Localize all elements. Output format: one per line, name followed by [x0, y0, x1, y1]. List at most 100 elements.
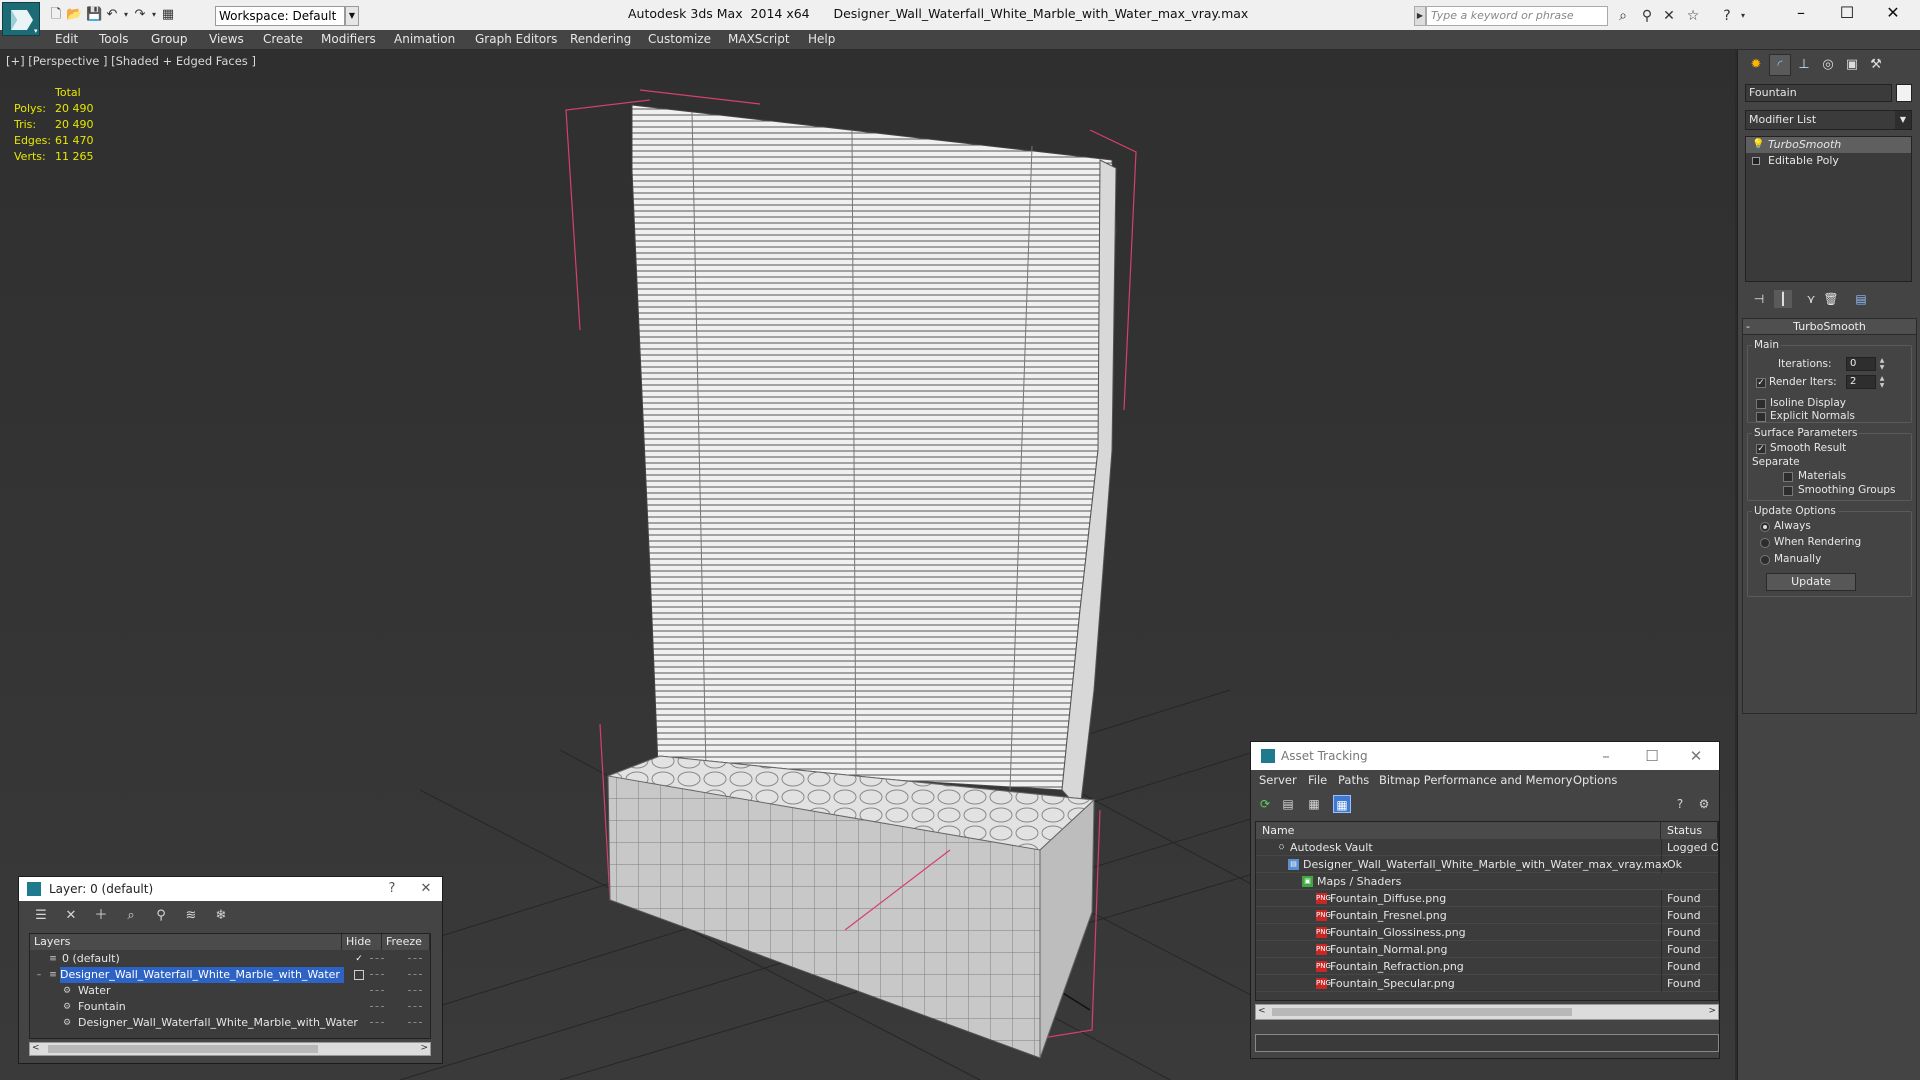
- small-icons-view-icon[interactable]: ▦: [1305, 795, 1323, 813]
- subscription-icon[interactable]: ⚲: [1638, 7, 1656, 25]
- render-iters-checkbox[interactable]: ✓: [1756, 378, 1766, 388]
- list-view-icon[interactable]: ▤: [1279, 795, 1297, 813]
- new-file-icon[interactable]: 🗋: [48, 7, 64, 23]
- isoline-display-checkbox[interactable]: [1756, 399, 1766, 409]
- make-unique-icon[interactable]: ⋎: [1802, 290, 1820, 308]
- menu-group[interactable]: Group: [151, 32, 188, 46]
- communication-center-icon[interactable]: ✕: [1660, 7, 1678, 25]
- column-layers[interactable]: Layers: [30, 934, 342, 950]
- scrollbar-thumb[interactable]: [48, 1045, 318, 1053]
- hierarchy-tab-icon[interactable]: ⊥: [1793, 54, 1815, 76]
- search-input[interactable]: Type a keyword or phrase: [1426, 6, 1608, 26]
- object-name-field[interactable]: Fountain: [1745, 84, 1892, 102]
- menu-maxscript[interactable]: MAXScript: [728, 32, 790, 46]
- asset-row[interactable]: PNG Fountain_Diffuse.png Found: [1256, 890, 1718, 907]
- modifier-list-dropdown[interactable]: Modifier List ▼: [1745, 110, 1912, 130]
- select-objects-in-layer-icon[interactable]: ⌕: [121, 907, 141, 925]
- scroll-right-icon[interactable]: >: [1708, 1006, 1716, 1016]
- lightbulb-icon[interactable]: 💡: [1752, 137, 1764, 150]
- freeze-toggle[interactable]: [408, 1006, 422, 1008]
- iterations-spinner[interactable]: 0: [1846, 357, 1876, 371]
- column-freeze[interactable]: Freeze: [382, 934, 430, 950]
- project-folder-icon[interactable]: ▦: [160, 7, 176, 23]
- menu-help[interactable]: Help: [808, 32, 835, 46]
- scrollbar-thumb[interactable]: [1272, 1008, 1572, 1016]
- freeze-toggle[interactable]: [408, 958, 422, 960]
- explicit-normals-checkbox[interactable]: [1756, 412, 1766, 422]
- asset-horizontal-scrollbar[interactable]: < >: [1255, 1004, 1719, 1020]
- layer-row[interactable]: ⚙ Designer_Wall_Waterfall_White_Marble_w…: [30, 1015, 430, 1031]
- spinner-arrows-icon[interactable]: ▲ ▼: [1878, 357, 1886, 371]
- asset-row[interactable]: ▤ Designer_Wall_Waterfall_White_Marble_w…: [1256, 856, 1718, 873]
- configure-modifier-sets-icon[interactable]: ▤: [1852, 290, 1870, 308]
- layer-row[interactable]: – ≡ Designer_Wall_Waterfall_White_Marble…: [30, 967, 430, 983]
- hide-toggle[interactable]: [370, 990, 384, 992]
- scroll-left-icon[interactable]: <: [32, 1043, 40, 1053]
- menu-animation[interactable]: Animation: [394, 32, 455, 46]
- delete-layer-icon[interactable]: ✕: [61, 907, 81, 925]
- help-dropdown-icon[interactable]: ▾: [1734, 7, 1752, 25]
- smoothing-groups-checkbox[interactable]: [1783, 486, 1793, 496]
- asset-row[interactable]: PNG Fountain_Specular.png Found: [1256, 975, 1718, 992]
- modify-tab-icon[interactable]: ◜: [1769, 54, 1791, 76]
- menu-graph-editors[interactable]: Graph Editors: [475, 32, 557, 46]
- settings-icon[interactable]: ⚙: [1695, 795, 1713, 813]
- help-icon[interactable]: ?: [1671, 795, 1689, 813]
- maximize-button[interactable]: ☐: [1824, 0, 1870, 28]
- create-tab-icon[interactable]: ✹: [1745, 54, 1767, 76]
- column-hide[interactable]: Hide: [342, 934, 382, 950]
- asset-menu-bitmap-performance[interactable]: Bitmap Performance and Memory: [1379, 773, 1572, 787]
- column-status[interactable]: Status: [1661, 822, 1718, 839]
- update-always-radio[interactable]: [1760, 522, 1770, 532]
- asset-row[interactable]: ⛭ Autodesk Vault Logged Out: [1256, 839, 1718, 856]
- asset-menu-server[interactable]: Server: [1259, 773, 1297, 787]
- freeze-toggle[interactable]: [408, 990, 422, 992]
- layer-row[interactable]: ⚙ Fountain: [30, 999, 430, 1015]
- asset-row[interactable]: PNG Fountain_Fresnel.png Found: [1256, 907, 1718, 924]
- freeze-toggle[interactable]: [408, 1022, 422, 1024]
- hide-toggle[interactable]: [370, 958, 384, 960]
- menu-create[interactable]: Create: [263, 32, 303, 46]
- hide-toggle[interactable]: [370, 974, 384, 976]
- asset-menu-file[interactable]: File: [1308, 773, 1327, 787]
- set-current-layer-icon[interactable]: [354, 970, 364, 980]
- spinner-arrows-icon[interactable]: ▲ ▼: [1878, 375, 1886, 389]
- motion-tab-icon[interactable]: ◎: [1817, 54, 1839, 76]
- update-button[interactable]: Update: [1766, 573, 1856, 591]
- layer-row[interactable]: ⚙ Water: [30, 983, 430, 999]
- close-icon[interactable]: ✕: [411, 877, 441, 901]
- workspace-dropdown-arrow-icon[interactable]: ▼: [345, 6, 359, 26]
- stack-item-turbosmooth[interactable]: 💡 TurboSmooth: [1746, 137, 1911, 153]
- render-iters-spinner[interactable]: 2: [1846, 375, 1876, 389]
- help-icon[interactable]: ?: [377, 877, 407, 901]
- column-name[interactable]: Name: [1256, 822, 1661, 839]
- minimize-button[interactable]: –: [1778, 0, 1824, 28]
- rollout-header[interactable]: - TurboSmooth: [1743, 319, 1916, 335]
- expand-icon[interactable]: [1752, 157, 1760, 165]
- search-collapse-icon[interactable]: ▶: [1414, 6, 1426, 26]
- update-when-rendering-radio[interactable]: [1760, 538, 1770, 548]
- asset-path-field[interactable]: [1255, 1034, 1719, 1052]
- layer-row[interactable]: ≡ 0 (default) ✓: [30, 951, 430, 967]
- hide-toggle[interactable]: [370, 1022, 384, 1024]
- smooth-result-checkbox[interactable]: ✓: [1756, 444, 1766, 454]
- asset-row[interactable]: ▣ Maps / Shaders: [1256, 873, 1718, 890]
- close-icon[interactable]: ✕: [1673, 742, 1719, 770]
- show-end-result-icon[interactable]: ┃: [1774, 290, 1792, 308]
- pin-stack-icon[interactable]: ⊣: [1750, 290, 1768, 308]
- save-file-icon[interactable]: 💾: [86, 7, 102, 23]
- update-manually-radio[interactable]: [1760, 555, 1770, 565]
- add-to-layer-icon[interactable]: ＋: [91, 907, 111, 925]
- freeze-all-layers-icon[interactable]: ❄: [211, 907, 231, 925]
- app-menu-button[interactable]: ▾: [2, 2, 40, 36]
- menu-rendering[interactable]: Rendering: [570, 32, 631, 46]
- maximize-icon[interactable]: ☐: [1629, 742, 1675, 770]
- asset-row[interactable]: PNG Fountain_Normal.png Found: [1256, 941, 1718, 958]
- favorites-star-icon[interactable]: ☆: [1684, 7, 1702, 25]
- scroll-left-icon[interactable]: <: [1258, 1006, 1266, 1016]
- table-view-icon[interactable]: ▦: [1333, 795, 1351, 813]
- hide-toggle[interactable]: [370, 1006, 384, 1008]
- freeze-toggle[interactable]: [408, 974, 422, 976]
- remove-modifier-icon[interactable]: 🗑: [1822, 290, 1840, 308]
- object-color-swatch[interactable]: [1896, 84, 1912, 102]
